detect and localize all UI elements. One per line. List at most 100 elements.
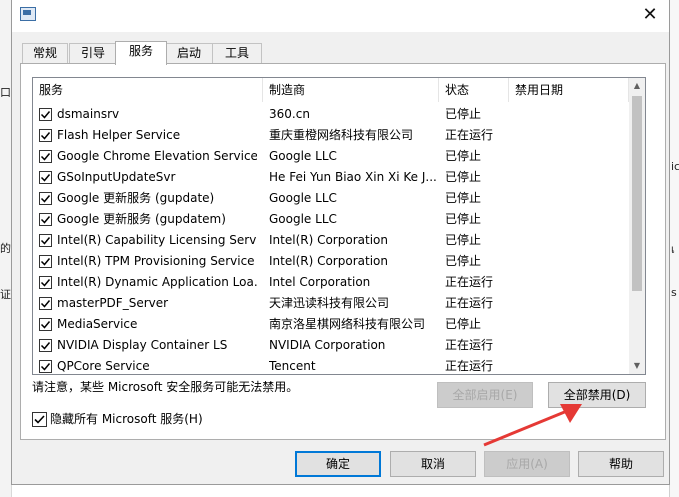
background-window-right: ics เ s xyxy=(669,0,679,497)
annotation-arrow-icon xyxy=(483,404,582,447)
service-disabled-date xyxy=(515,314,625,335)
cancel-button[interactable]: 取消 xyxy=(390,451,476,477)
scroll-down-arrow-icon[interactable]: ▼ xyxy=(629,358,645,374)
service-manufacturer: Google LLC xyxy=(269,212,337,226)
service-row[interactable]: Intel(R) TPM Provisioning Service Intel(R… xyxy=(33,251,629,272)
service-checkbox[interactable] xyxy=(39,108,52,121)
service-manufacturer: Google LLC xyxy=(269,191,337,205)
service-disabled-date xyxy=(515,146,625,167)
check-icon xyxy=(34,415,45,424)
msconfig-icon xyxy=(20,7,36,21)
column-header-manufacturer[interactable]: 制造商 xyxy=(263,78,439,102)
check-icon xyxy=(40,153,51,161)
tab-startup[interactable]: 启动 xyxy=(165,43,213,63)
service-disabled-date xyxy=(515,230,625,251)
check-icon xyxy=(40,321,51,329)
service-row[interactable]: Google Chrome Elevation Service Google LL… xyxy=(33,146,629,167)
bg-text: s xyxy=(671,286,677,299)
system-configuration-dialog: ✕ 常规 引导 服务 启动 工具 服务 制造商 状态 禁用日期 dsmainsr… xyxy=(11,0,670,485)
service-name: NVIDIA Display Container LS xyxy=(57,338,228,352)
service-row[interactable]: QPCore Service Tencent 正在运行 xyxy=(33,356,629,374)
service-manufacturer: Tencent xyxy=(269,359,316,373)
check-icon xyxy=(40,174,51,182)
service-name: Google 更新服务 (gupdate) xyxy=(57,191,215,205)
service-status: 正在运行 xyxy=(445,338,494,352)
service-status: 正在运行 xyxy=(445,359,494,373)
service-checkbox[interactable] xyxy=(39,150,52,163)
service-status: 已停止 xyxy=(445,107,482,121)
service-checkbox[interactable] xyxy=(39,297,52,310)
vertical-scrollbar[interactable]: ▲ ▼ xyxy=(629,78,645,374)
check-icon xyxy=(40,195,51,203)
service-checkbox[interactable] xyxy=(39,171,52,184)
service-row[interactable]: MediaService 南京洛星棋网络科技有限公司 已停止 xyxy=(33,314,629,335)
service-status: 已停止 xyxy=(445,233,482,247)
service-status: 正在运行 xyxy=(445,275,494,289)
service-status: 正在运行 xyxy=(445,128,494,142)
service-checkbox[interactable] xyxy=(39,192,52,205)
service-name: GSoInputUpdateSvr xyxy=(57,170,176,184)
bg-text: ics xyxy=(671,160,679,173)
service-row[interactable]: GSoInputUpdateSvr He Fei Yun Biao Xin Xi … xyxy=(33,167,629,188)
service-name: Flash Helper Service xyxy=(57,128,181,142)
service-name: Intel(R) Capability Licensing Servi... xyxy=(57,233,257,247)
service-disabled-date xyxy=(515,125,625,146)
column-header-service[interactable]: 服务 xyxy=(33,78,263,102)
tab-boot[interactable]: 引导 xyxy=(69,43,117,63)
service-manufacturer: Intel(R) Corporation xyxy=(269,233,388,247)
tab-services[interactable]: 服务 xyxy=(115,41,167,65)
service-row[interactable]: Intel(R) Dynamic Application Loa... Intel… xyxy=(33,272,629,293)
service-disabled-date xyxy=(515,104,625,125)
tab-tools[interactable]: 工具 xyxy=(212,43,262,63)
service-checkbox[interactable] xyxy=(39,129,52,142)
service-row[interactable]: masterPDF_Server 天津迅读科技有限公司 正在运行 xyxy=(33,293,629,314)
service-checkbox[interactable] xyxy=(39,234,52,247)
service-row[interactable]: dsmainsrv 360.cn 已停止 xyxy=(33,104,629,125)
service-checkbox[interactable] xyxy=(39,339,52,352)
service-status: 已停止 xyxy=(445,170,482,184)
service-disabled-date xyxy=(515,272,625,293)
title-bar: ✕ xyxy=(12,0,669,32)
service-row[interactable]: Google 更新服务 (gupdate) Google LLC 已停止 xyxy=(33,188,629,209)
service-checkbox[interactable] xyxy=(39,213,52,226)
service-row[interactable]: Flash Helper Service 重庆重橙网络科技有限公司 正在运行 xyxy=(33,125,629,146)
service-name: Google 更新服务 (gupdatem) xyxy=(57,212,226,226)
close-button[interactable]: ✕ xyxy=(638,4,662,26)
column-header-disabled-date[interactable]: 禁用日期 xyxy=(509,78,629,102)
check-icon xyxy=(40,279,51,287)
service-name: masterPDF_Server xyxy=(57,296,169,310)
service-checkbox[interactable] xyxy=(39,318,52,331)
scroll-up-arrow-icon[interactable]: ▲ xyxy=(629,78,645,94)
service-name: dsmainsrv xyxy=(57,107,120,121)
check-icon xyxy=(40,300,51,308)
service-manufacturer: Intel Corporation xyxy=(269,275,371,289)
check-icon xyxy=(40,111,51,119)
ok-button[interactable]: 确定 xyxy=(295,451,381,477)
hide-microsoft-services-label[interactable]: 隐藏所有 Microsoft 服务(H) xyxy=(50,410,203,427)
service-row[interactable]: Intel(R) Capability Licensing Servi... In… xyxy=(33,230,629,251)
bg-text: 的 xyxy=(0,242,11,255)
column-header-status[interactable]: 状态 xyxy=(439,78,509,102)
service-checkbox[interactable] xyxy=(39,276,52,289)
service-manufacturer: Intel(R) Corporation xyxy=(269,254,388,268)
service-status: 已停止 xyxy=(445,191,482,205)
check-icon xyxy=(40,363,51,371)
service-manufacturer: 南京洛星棋网络科技有限公司 xyxy=(269,317,426,331)
service-row[interactable]: Google 更新服务 (gupdatem) Google LLC 已停止 xyxy=(33,209,629,230)
check-icon xyxy=(40,216,51,224)
service-checkbox[interactable] xyxy=(39,255,52,268)
service-checkbox[interactable] xyxy=(39,360,52,373)
service-status: 已停止 xyxy=(445,212,482,226)
service-manufacturer: Google LLC xyxy=(269,149,337,163)
scrollbar-thumb[interactable] xyxy=(632,96,642,291)
service-name: Intel(R) Dynamic Application Loa... xyxy=(57,275,257,289)
services-list[interactable]: 服务 制造商 状态 禁用日期 dsmainsrv 360.cn 已停止 Flash H… xyxy=(32,77,646,375)
tab-general[interactable]: 常规 xyxy=(22,43,68,63)
service-row[interactable]: NVIDIA Display Container LS NVIDIA Corpor… xyxy=(33,335,629,356)
check-icon xyxy=(40,342,51,350)
check-icon xyxy=(40,258,51,266)
service-disabled-date xyxy=(515,335,625,356)
service-manufacturer: He Fei Yun Biao Xin Xi Ke J... xyxy=(269,170,437,184)
service-disabled-date xyxy=(515,188,625,209)
hide-microsoft-services-checkbox[interactable] xyxy=(32,412,47,427)
